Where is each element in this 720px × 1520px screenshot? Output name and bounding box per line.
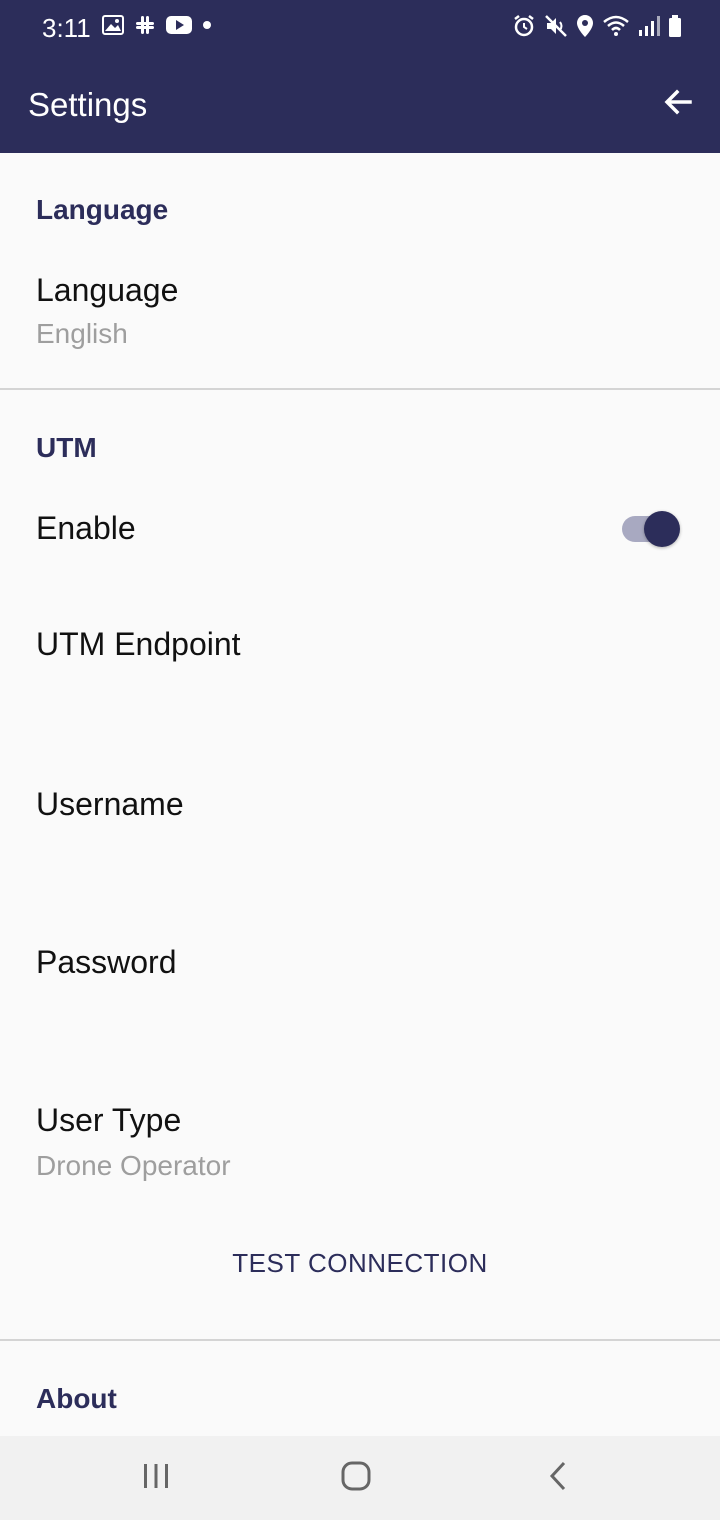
password-title: Password bbox=[36, 944, 177, 980]
username-preference[interactable]: Username bbox=[0, 760, 720, 890]
page-title: Settings bbox=[28, 86, 148, 123]
enable-title: Enable bbox=[36, 510, 136, 546]
language-summary: English bbox=[36, 318, 128, 349]
signal-icon bbox=[638, 15, 660, 37]
settings-screen: 3:11 Settings Language Language English … bbox=[0, 0, 720, 1520]
app-bar: Settings bbox=[0, 56, 720, 153]
status-time: 3:11 bbox=[42, 13, 91, 43]
switch-thumb bbox=[644, 511, 680, 547]
test-connection-button[interactable]: TEST CONNECTION bbox=[200, 1232, 520, 1294]
utm-endpoint-preference[interactable]: UTM Endpoint bbox=[0, 600, 720, 730]
recent-apps-icon bbox=[141, 1462, 171, 1495]
youtube-icon bbox=[166, 15, 192, 35]
status-right-icons bbox=[512, 14, 682, 38]
user-type-summary: Drone Operator bbox=[36, 1150, 231, 1181]
battery-icon bbox=[668, 14, 682, 38]
section-header-about: About bbox=[36, 1383, 117, 1414]
home-button[interactable] bbox=[320, 1450, 392, 1506]
alarm-icon bbox=[512, 14, 536, 38]
status-bar: 3:11 bbox=[0, 0, 720, 56]
enable-switch[interactable] bbox=[622, 510, 682, 550]
username-title: Username bbox=[36, 786, 184, 822]
user-type-preference[interactable]: User Type Drone Operator bbox=[0, 1080, 720, 1198]
divider bbox=[0, 388, 720, 390]
mute-icon bbox=[544, 14, 568, 38]
back-button[interactable] bbox=[656, 82, 700, 126]
utm-endpoint-title: UTM Endpoint bbox=[36, 626, 241, 662]
back-nav-button[interactable] bbox=[522, 1450, 594, 1506]
divider bbox=[0, 1339, 720, 1341]
section-header-utm: UTM bbox=[36, 432, 97, 463]
language-title: Language bbox=[36, 272, 179, 308]
dot-icon bbox=[202, 20, 212, 30]
status-left-icons bbox=[102, 14, 212, 36]
recent-apps-button[interactable] bbox=[120, 1450, 192, 1506]
password-preference[interactable]: Password bbox=[0, 918, 720, 1048]
system-nav-bar bbox=[0, 1436, 720, 1520]
wifi-icon bbox=[602, 14, 630, 38]
slack-icon bbox=[134, 14, 156, 36]
user-type-title: User Type bbox=[36, 1102, 182, 1138]
location-icon bbox=[576, 14, 594, 38]
home-icon bbox=[340, 1460, 372, 1497]
section-header-language: Language bbox=[36, 194, 169, 225]
back-nav-icon bbox=[546, 1460, 570, 1497]
language-preference[interactable]: Language English bbox=[0, 254, 720, 372]
arrow-back-icon bbox=[662, 86, 694, 123]
gallery-icon bbox=[102, 15, 124, 35]
enable-preference[interactable]: Enable bbox=[0, 486, 720, 572]
